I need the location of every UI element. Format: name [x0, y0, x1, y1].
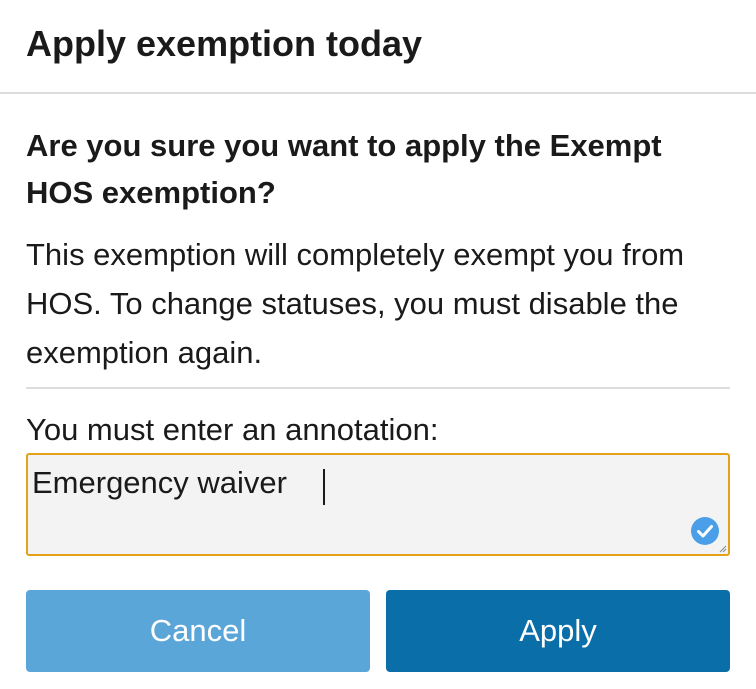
- divider: [26, 387, 730, 389]
- text-caret: [323, 469, 325, 505]
- dialog-title: Apply exemption today: [26, 23, 423, 64]
- apply-button[interactable]: Apply: [386, 590, 730, 672]
- exemption-description: This exemption will completely exempt yo…: [26, 237, 685, 370]
- check-circle-icon: [691, 517, 719, 545]
- exemption-dialog: Apply exemption today Are you sure you w…: [0, 0, 756, 689]
- annotation-field[interactable]: Emergency waiver: [26, 453, 730, 556]
- dialog-header: Apply exemption today: [0, 0, 756, 94]
- annotation-label: You must enter an annotation:: [26, 412, 439, 447]
- confirmation-question: Are you sure you want to apply the Exemp…: [26, 128, 662, 210]
- cancel-button[interactable]: Cancel: [26, 590, 370, 672]
- resize-handle-icon[interactable]: [719, 545, 727, 553]
- annotation-input[interactable]: Emergency waiver: [28, 455, 728, 554]
